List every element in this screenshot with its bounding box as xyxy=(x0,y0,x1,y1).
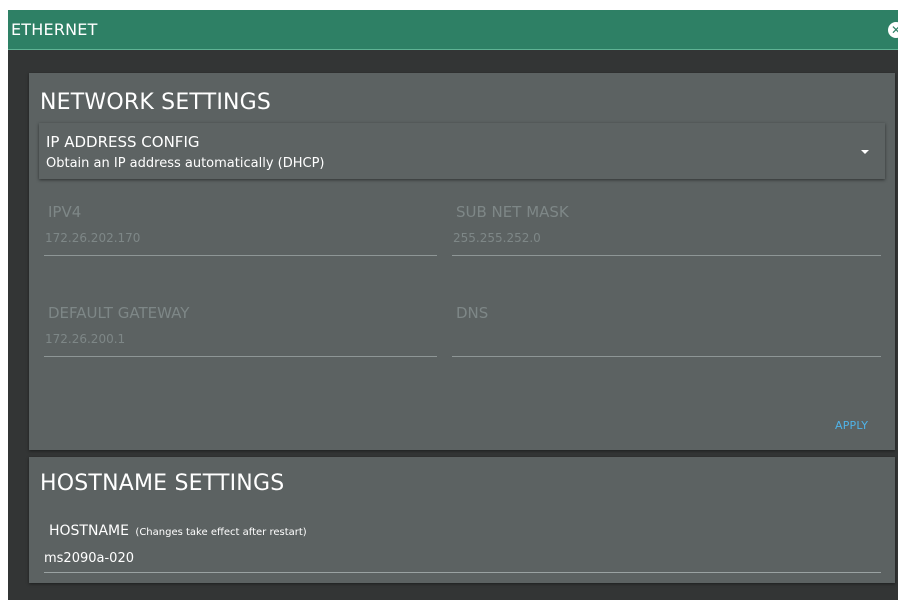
close-button[interactable]: ✕ xyxy=(888,22,898,38)
ipv4-underline xyxy=(44,255,437,256)
apply-button[interactable]: APPLY xyxy=(835,419,868,432)
ipv4-label: IPV4 xyxy=(48,203,82,221)
ip-address-config-value: Obtain an IP address automatically (DHCP… xyxy=(46,156,325,171)
subnet-mask-value: 255.255.252.0 xyxy=(453,231,541,245)
ethernet-window: ETHERNET ✕ NETWORK SETTINGS IP ADDRESS C… xyxy=(8,10,898,600)
hostname-settings-title: HOSTNAME SETTINGS xyxy=(40,471,285,496)
ipv4-value: 172.26.202.170 xyxy=(45,231,141,245)
dns-label: DNS xyxy=(456,304,489,322)
default-gateway-underline xyxy=(44,356,437,357)
subnet-mask-underline xyxy=(452,255,881,256)
hostname-input[interactable] xyxy=(44,551,874,566)
dns-field[interactable]: DNS xyxy=(452,304,881,364)
subnet-mask-label: SUB NET MASK xyxy=(456,203,569,221)
hostname-label: HOSTNAME (Changes take effect after rest… xyxy=(49,523,307,539)
hostname-restart-note: (Changes take effect after restart) xyxy=(135,527,307,538)
hostname-settings-card: HOSTNAME SETTINGS HOSTNAME (Changes take… xyxy=(29,457,895,583)
caret-down-icon xyxy=(861,150,869,154)
default-gateway-value: 172.26.200.1 xyxy=(45,332,126,346)
hostname-underline xyxy=(44,572,881,573)
close-icon: ✕ xyxy=(891,23,898,37)
default-gateway-field[interactable]: DEFAULT GATEWAY 172.26.200.1 xyxy=(44,304,437,364)
hostname-label-text: HOSTNAME xyxy=(49,523,129,539)
ip-address-config-label: IP ADDRESS CONFIG xyxy=(46,133,200,151)
dns-underline xyxy=(452,356,881,357)
network-settings-card: NETWORK SETTINGS IP ADDRESS CONFIG Obtai… xyxy=(29,73,895,450)
default-gateway-label: DEFAULT GATEWAY xyxy=(48,304,190,322)
window-title: ETHERNET xyxy=(11,20,98,39)
ip-address-config-dropdown[interactable]: IP ADDRESS CONFIG Obtain an IP address a… xyxy=(39,123,885,179)
subnet-mask-field[interactable]: SUB NET MASK 255.255.252.0 xyxy=(452,203,881,263)
title-bar: ETHERNET ✕ xyxy=(8,10,898,50)
ipv4-field[interactable]: IPV4 172.26.202.170 xyxy=(44,203,437,263)
network-settings-title: NETWORK SETTINGS xyxy=(40,90,272,115)
